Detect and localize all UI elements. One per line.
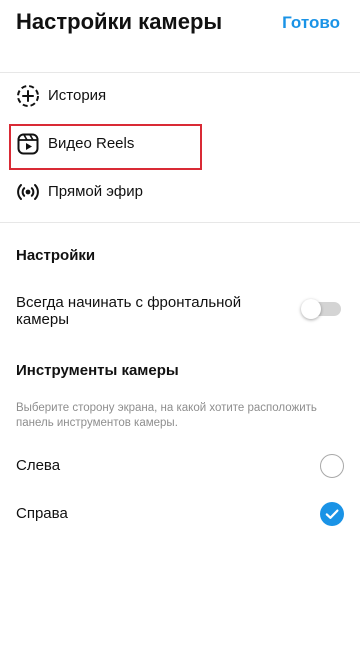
divider [0,222,360,223]
toggle-knob [301,299,321,319]
option-left[interactable]: Слева [0,444,360,488]
camera-tools-heading: Инструменты камеры [16,362,179,379]
radio-checked-icon[interactable] [320,502,344,526]
live-mode-item[interactable]: Прямой эфир [0,170,360,214]
story-mode-label: История [48,87,107,104]
radio-unchecked-icon[interactable] [320,454,344,478]
divider [0,72,360,73]
header-bar: Настройки камеры Готово [0,0,360,50]
story-mode-item[interactable]: История [0,74,360,118]
settings-heading: Настройки [16,247,96,264]
camera-tools-hint: Выберите сторону экрана, на какой хотите… [16,402,317,429]
story-add-icon [16,84,40,108]
live-broadcast-icon [16,180,40,204]
front-camera-toggle[interactable] [301,299,341,319]
option-right[interactable]: Справа [0,492,360,536]
live-mode-label: Прямой эфир [48,183,143,200]
highlight-frame [9,124,202,170]
option-right-label: Справа [16,505,68,522]
option-left-label: Слева [16,457,61,474]
checkmark-icon [325,509,339,519]
front-camera-label: Всегда начинать с фронтальной камеры [16,294,242,328]
done-button[interactable]: Готово [282,13,340,33]
page-title: Настройки камеры [16,9,223,34]
